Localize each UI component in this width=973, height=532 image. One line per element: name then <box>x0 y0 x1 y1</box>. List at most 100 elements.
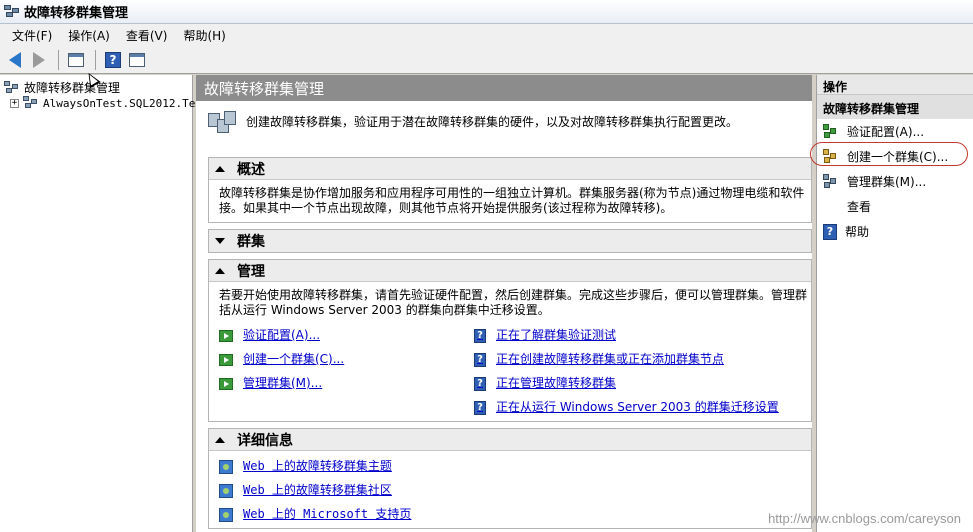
section-cluster-title: 群集 <box>237 234 265 250</box>
forward-button[interactable] <box>28 49 50 71</box>
tree-item-cluster[interactable]: + AlwaysOnTest.SQL2012.Tes <box>10 96 202 110</box>
section-details: 详细信息 Web 上的故障转移群集主题 Web 上的故障转移群集社区 Web 上… <box>208 428 812 529</box>
show-hide-console-tree-button[interactable] <box>65 49 87 71</box>
cluster-servers-icon <box>208 111 238 141</box>
toolbar-separator <box>58 49 59 70</box>
section-manage: 管理 若要开始使用故障转移群集，请首先验证硬件配置，然后创建群集。完成这些步骤后… <box>208 259 812 422</box>
manage-links: 验证配置(A)... ? 正在了解群集验证测试 创建一个群集(C)... ? 正在创… <box>219 328 801 415</box>
actions-header: 操作 <box>817 75 973 95</box>
validate-config-link[interactable]: 验证配置(A)... <box>219 328 474 343</box>
link-label: Web 上的故障转移群集社区 <box>243 483 392 497</box>
web-icon <box>219 483 233 498</box>
watermark: http://www.cnblogs.com/careyson <box>768 511 961 526</box>
back-arrow-icon <box>9 51 21 68</box>
menu-bar: 文件(F) 操作(A) 查看(V) 帮助(H) <box>0 24 973 46</box>
manage-line-1: 若要开始使用故障转移群集，请首先验证硬件配置，然后创建群集。完成这些步骤后，便可… <box>219 288 808 302</box>
action-pane-icon <box>129 52 145 67</box>
help-topic-icon: ? <box>474 376 486 391</box>
grid-spacer <box>219 400 474 415</box>
link-label: 正在管理故障转移群集 <box>496 376 617 390</box>
section-overview-header[interactable]: 概述 <box>209 158 811 180</box>
intro-text: 创建故障转移群集，验证用于潜在故障转移群集的硬件，以及对故障转移群集执行配置更改… <box>246 115 739 129</box>
action-label: 查看 <box>847 200 872 214</box>
action-help[interactable]: ? 帮助 <box>817 219 973 244</box>
center-pane: 故障转移群集管理 创建故障转移群集，验证用于潜在故障转移群集的硬件，以及对故障转… <box>196 75 812 532</box>
overview-line-2: 接。如果其中一个节点出现故障，则其他节点将开始提供服务(该过程称为故障转移)。 <box>219 201 673 215</box>
section-cluster: 群集 <box>208 229 812 253</box>
sections: 概述 故障转移群集是协作增加服务和应用程序可用性的一组独立计算机。群集服务器(称… <box>208 157 812 532</box>
window-title: 故障转移群集管理 <box>24 6 129 21</box>
cluster-manager-icon <box>4 80 20 95</box>
web-topics-link[interactable]: Web 上的故障转移群集主题 <box>219 459 801 474</box>
collapse-icon <box>215 165 225 172</box>
collapse-icon <box>215 267 225 274</box>
link-label: 创建一个群集(C)... <box>243 352 345 366</box>
link-label: 验证配置(A)... <box>243 328 321 342</box>
menu-view[interactable]: 查看(V) <box>118 25 176 46</box>
help-icon: ? <box>823 223 837 240</box>
forward-arrow-icon <box>33 51 45 68</box>
migrate-settings-help-link[interactable]: ? 正在从运行 Windows Server 2003 的群集迁移设置 <box>474 400 811 415</box>
action-manage-cluster[interactable]: 管理群集(M)... <box>817 169 973 194</box>
web-support-link[interactable]: Web 上的 Microsoft 支持页 <box>219 507 801 522</box>
link-label: 管理群集(M)... <box>243 376 323 390</box>
managing-cluster-help-link[interactable]: ? 正在管理故障转移群集 <box>474 376 811 391</box>
action-create-cluster[interactable]: 创建一个群集(C)... <box>817 144 973 169</box>
pane-splitter[interactable] <box>812 75 815 532</box>
menu-action[interactable]: 操作(A) <box>60 25 118 46</box>
section-cluster-header[interactable]: 群集 <box>209 230 811 252</box>
action-view[interactable]: 查看 <box>817 194 973 219</box>
create-cluster-icon <box>823 148 839 165</box>
link-label: 正在从运行 Windows Server 2003 的群集迁移设置 <box>496 400 779 414</box>
go-arrow-icon <box>219 329 233 342</box>
action-label: 管理群集(M)... <box>847 175 927 189</box>
help-topic-icon: ? <box>474 352 486 367</box>
section-overview-title: 概述 <box>237 161 265 178</box>
section-overview: 概述 故障转移群集是协作增加服务和应用程序可用性的一组独立计算机。群集服务器(称… <box>208 157 812 223</box>
show-hide-action-pane-button[interactable] <box>126 49 148 71</box>
tree-item-root[interactable]: 故障转移群集管理 <box>4 79 120 96</box>
cluster-icon <box>23 96 39 110</box>
help-icon: ? <box>105 51 121 68</box>
action-validate-config[interactable]: 验证配置(A)... <box>817 119 973 144</box>
title-bar: 故障转移群集管理 <box>0 0 973 24</box>
cluster-manager-icon <box>4 4 20 19</box>
web-links: Web 上的故障转移群集主题 Web 上的故障转移群集社区 Web 上的 Mic… <box>219 459 801 522</box>
go-arrow-icon <box>219 377 233 390</box>
section-manage-title: 管理 <box>237 263 265 280</box>
console-tree-icon <box>68 52 84 67</box>
action-label: 帮助 <box>845 225 870 239</box>
manage-cluster-icon <box>823 173 839 190</box>
menu-file[interactable]: 文件(F) <box>4 25 60 46</box>
menu-help[interactable]: 帮助(H) <box>175 25 233 46</box>
web-icon <box>219 459 233 474</box>
web-community-link[interactable]: Web 上的故障转移群集社区 <box>219 483 801 498</box>
actions-group-title[interactable]: 故障转移群集管理 <box>817 95 973 119</box>
overview-line-1: 故障转移群集是协作增加服务和应用程序可用性的一组独立计算机。群集服务器(称为节点… <box>219 186 805 200</box>
section-manage-header[interactable]: 管理 <box>209 260 811 282</box>
collapse-icon <box>215 436 225 443</box>
section-details-title: 详细信息 <box>237 432 293 449</box>
help-button[interactable]: ? <box>102 49 124 71</box>
manage-cluster-link[interactable]: 管理群集(M)... <box>219 376 474 391</box>
back-button[interactable] <box>4 49 26 71</box>
manage-line-2: 括从运行 Windows Server 2003 的群集向群集中迁移设置。 <box>219 303 550 317</box>
link-label: Web 上的故障转移群集主题 <box>243 459 392 473</box>
expand-icon[interactable]: + <box>10 98 19 108</box>
tree-cluster-label: AlwaysOnTest.SQL2012.Tes <box>43 96 202 110</box>
web-icon <box>219 507 233 522</box>
actions-pane: 操作 故障转移群集管理 验证配置(A)... 创建一个群集(C)... 管理群集… <box>816 75 973 532</box>
link-label: Web 上的 Microsoft 支持页 <box>243 507 412 521</box>
intro: 创建故障转移群集，验证用于潜在故障转移群集的硬件，以及对故障转移群集执行配置更改… <box>196 101 812 151</box>
validate-icon <box>823 123 839 140</box>
console-tree: 故障转移群集管理 + AlwaysOnTest.SQL2012.Tes <box>0 75 202 532</box>
section-details-header[interactable]: 详细信息 <box>209 429 811 451</box>
create-cluster-link[interactable]: 创建一个群集(C)... <box>219 352 474 367</box>
expand-icon <box>215 238 225 244</box>
creating-cluster-help-link[interactable]: ? 正在创建故障转移群集或正在添加群集节点 <box>474 352 811 367</box>
overview-body: 故障转移群集是协作增加服务和应用程序可用性的一组独立计算机。群集服务器(称为节点… <box>209 180 811 222</box>
learn-validation-link[interactable]: ? 正在了解群集验证测试 <box>474 328 811 343</box>
action-label: 验证配置(A)... <box>847 125 925 139</box>
toolbar: ? <box>0 46 973 74</box>
help-topic-icon: ? <box>474 328 486 343</box>
